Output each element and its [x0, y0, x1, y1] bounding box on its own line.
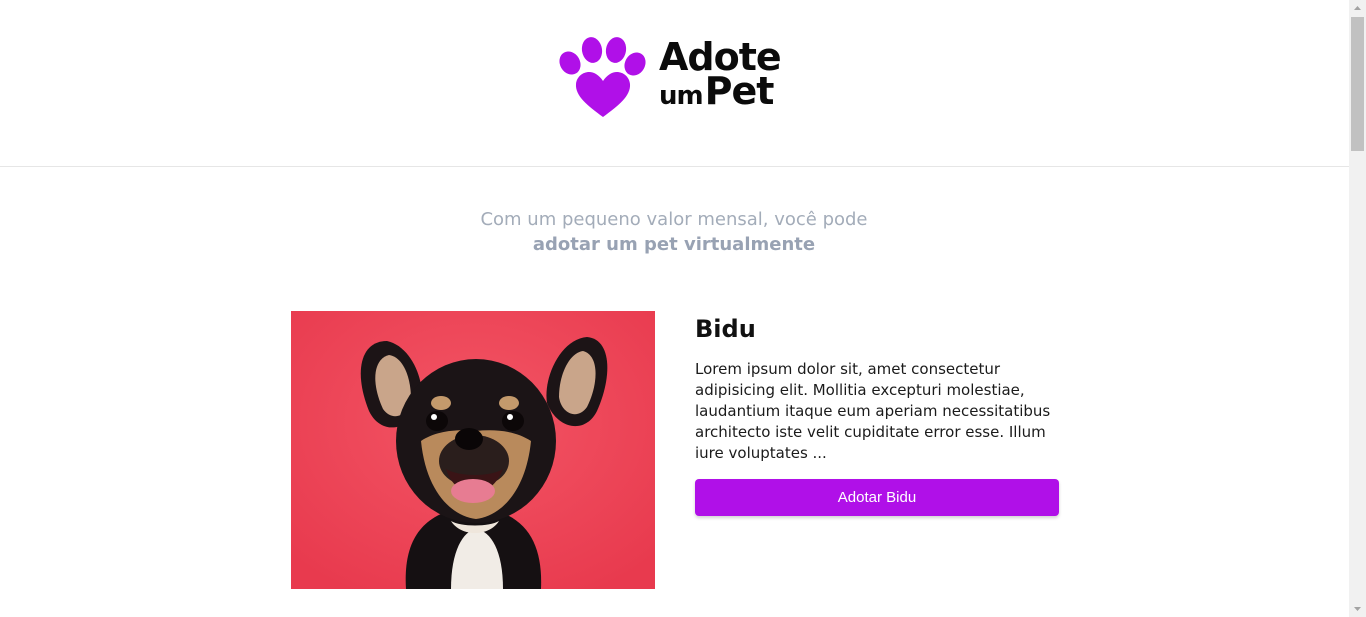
scrollbar-thumb[interactable] [1351, 17, 1364, 151]
site-header: Adote umPet [0, 0, 1349, 167]
pet-name: Bidu [695, 315, 756, 343]
tagline-emphasis: adotar um pet virtualmente [532, 234, 816, 255]
vertical-scrollbar[interactable] [1349, 0, 1366, 617]
tagline: Com um pequeno valor mensal, você pode a… [474, 207, 874, 257]
scroll-up-arrow-icon[interactable] [1349, 0, 1366, 17]
logo-word-um: um [659, 81, 704, 111]
pet-photo [291, 311, 655, 589]
page: Adote umPet Com um pequeno valor mensal,… [0, 0, 1349, 617]
tagline-text: Com um pequeno valor mensal, você pode [480, 209, 868, 230]
chihuahua-photo [291, 311, 655, 589]
pet-card: Bidu Lorem ipsum dolor sit, amet consect… [695, 313, 1059, 516]
site-logo[interactable]: Adote umPet [558, 36, 794, 120]
adopt-bidu-button[interactable]: Adotar Bidu [695, 479, 1059, 516]
paw-heart-icon [559, 37, 646, 117]
logo-word-pet: Pet [704, 69, 775, 113]
scroll-down-arrow-icon[interactable] [1349, 600, 1366, 617]
pet-description: Lorem ipsum dolor sit, amet consectetur … [695, 360, 1051, 462]
logo-wordmark: Adote umPet [659, 38, 799, 118]
